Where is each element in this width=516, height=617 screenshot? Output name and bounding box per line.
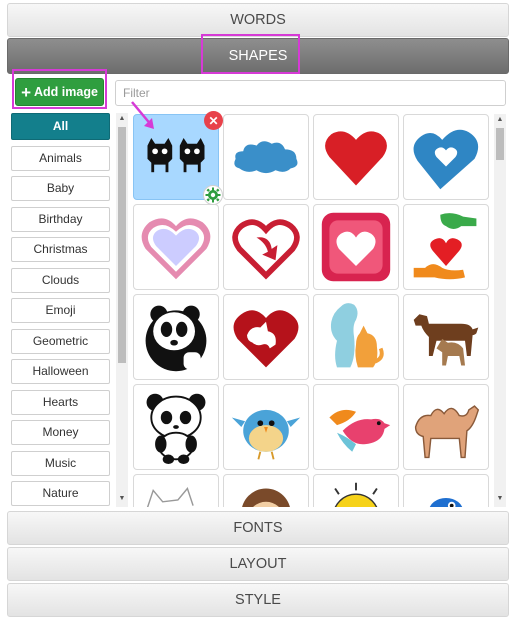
accordion-layout[interactable]: LAYOUT: [7, 547, 509, 581]
shape-tile-sun[interactable]: [313, 474, 399, 507]
shape-tile-heart-cat-dog[interactable]: [223, 294, 309, 380]
category-birthday[interactable]: Birthday: [11, 206, 110, 232]
category-scroll-thumb[interactable]: [118, 127, 126, 363]
shape-tile-pink-bird[interactable]: [313, 384, 399, 470]
shape-tile-monkey[interactable]: [223, 474, 309, 507]
scroll-up-icon[interactable]: ▲: [117, 114, 127, 124]
panda-icon: [145, 305, 207, 372]
shape-tile-cloud[interactable]: [223, 114, 309, 200]
cloud-icon: [234, 141, 298, 174]
dogs-icon: [413, 314, 479, 366]
shape-tile-dogs[interactable]: [403, 294, 489, 380]
shapes-scroll-down-icon[interactable]: ▼: [495, 494, 505, 504]
sun-icon: [334, 482, 378, 507]
shape-settings-gear-icon[interactable]: [203, 185, 223, 205]
blue-bird-2-icon: [429, 498, 463, 507]
shape-tile-panda-cartoon[interactable]: [133, 384, 219, 470]
pink-heart-icon: [141, 218, 211, 280]
heart-cat-dog-icon: [233, 310, 299, 368]
category-nature[interactable]: Nature: [11, 481, 110, 506]
add-image-label: Add image: [34, 85, 98, 99]
accordion-fonts[interactable]: FONTS: [7, 511, 509, 545]
monkey-icon: [242, 488, 290, 507]
shapes-scroll-thumb[interactable]: [496, 128, 504, 160]
cats-icon: [147, 138, 205, 173]
shapes-scroll-up-icon[interactable]: ▲: [495, 115, 505, 125]
category-geometric[interactable]: Geometric: [11, 328, 110, 354]
category-list: All Animals Baby Birthday Christmas Clou…: [11, 113, 111, 507]
camel-icon: [414, 405, 480, 459]
shape-tile-camel[interactable]: [403, 384, 489, 470]
shape-tile-hands-heart[interactable]: [403, 204, 489, 290]
category-music[interactable]: Music: [11, 450, 110, 476]
heart-icon: [325, 131, 387, 186]
accordion-style[interactable]: STYLE: [7, 583, 509, 617]
blue-bird-icon: [231, 409, 301, 460]
category-halloween[interactable]: Halloween: [11, 359, 110, 384]
panda-cartoon-icon: [146, 393, 206, 465]
hands-heart-icon: [413, 213, 477, 280]
category-scrollbar[interactable]: ▲ ▼: [116, 113, 128, 507]
shape-tile-dog-cat[interactable]: [313, 294, 399, 380]
pink-bird-icon: [329, 409, 391, 452]
category-christmas[interactable]: Christmas: [11, 237, 110, 262]
category-money[interactable]: Money: [11, 420, 110, 445]
plus-icon: +: [21, 82, 32, 102]
shape-tile-pink-heart[interactable]: [133, 204, 219, 290]
heart-square-icon: [321, 212, 391, 282]
add-image-button[interactable]: + Add image: [15, 78, 104, 106]
shapes-grid: [133, 114, 490, 507]
accordion-shapes[interactable]: SHAPES: [7, 38, 509, 74]
shape-tile-heart-arrow[interactable]: [223, 204, 309, 290]
category-animals[interactable]: Animals: [11, 145, 110, 171]
dog-cat-icon: [330, 303, 384, 368]
shape-tile-blue-bird-2[interactable]: [403, 474, 489, 507]
shape-tile-heart-square[interactable]: [313, 204, 399, 290]
shape-tile-cat-sketch[interactable]: [133, 474, 219, 507]
category-emoji[interactable]: Emoji: [11, 298, 110, 323]
category-clouds[interactable]: Clouds: [11, 267, 110, 293]
shape-tile-blue-bird[interactable]: [223, 384, 309, 470]
shape-tile-panda[interactable]: [133, 294, 219, 380]
heart-arrow-icon: [232, 219, 300, 280]
shape-tile-blue-heart[interactable]: [403, 114, 489, 200]
category-hearts[interactable]: Hearts: [11, 389, 110, 415]
category-baby[interactable]: Baby: [11, 176, 110, 201]
accordion-words[interactable]: WORDS: [7, 3, 509, 37]
scroll-down-icon[interactable]: ▼: [117, 494, 127, 504]
category-all[interactable]: All: [11, 113, 110, 140]
cat-sketch-icon: [146, 487, 194, 507]
remove-shape-icon[interactable]: ✕: [204, 111, 223, 130]
shapes-scrollbar[interactable]: ▲ ▼: [494, 114, 506, 507]
filter-input[interactable]: [115, 80, 506, 106]
blue-heart-icon: [413, 129, 479, 190]
shape-tile-heart[interactable]: [313, 114, 399, 200]
